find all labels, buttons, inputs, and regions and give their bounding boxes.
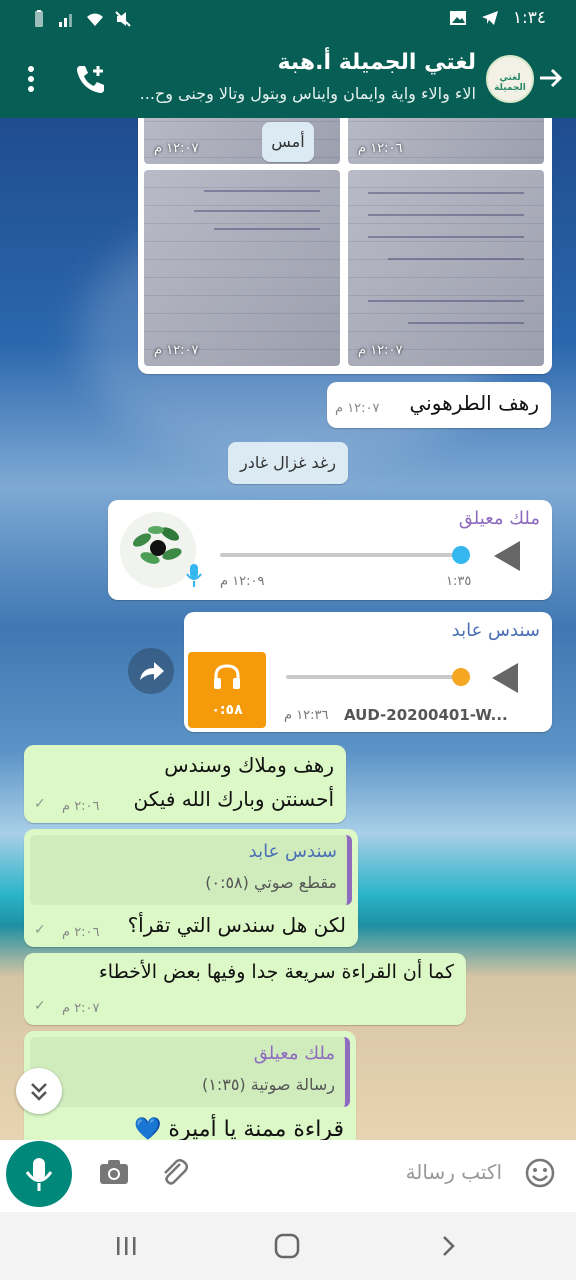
message-time: ١٢:٠٧ م [335,401,380,416]
quoted-message[interactable]: سندس عابد مقطع صوتي (٠:٥٨) [30,835,352,905]
photo-2[interactable]: ١٢:٠٦ م [348,118,544,164]
headphones-icon [214,664,240,689]
gallery-icon [449,11,466,25]
audio-file-message[interactable]: سندس عابد ٠:٥٨ AUD-20200401-W... ١٢:٣٦ م [184,612,552,732]
audio-progress[interactable] [220,553,458,557]
double-chevron-down-icon [31,1083,47,1101]
photo-3[interactable]: ١٢:٠٧ م [144,170,340,366]
status-bar: ١:٣٤ [0,0,576,40]
sender-name: سندس عابد [451,620,540,641]
message-text: أحسنتن وبارك الله فيكن [133,787,334,811]
mute-icon [115,11,131,27]
audio-progress-knob[interactable] [452,546,470,564]
read-check-icon: ✓ [34,998,46,1014]
emoji-icon[interactable] [524,1157,556,1189]
voice-duration: ١:٣٥ [446,574,472,589]
wifi-icon [87,13,103,26]
mic-icon [25,1158,53,1191]
group-avatar[interactable]: لغتي الجميلة [486,55,534,103]
message-placeholder: اكتب رسالة [405,1160,502,1184]
recent-apps-icon[interactable] [114,1234,138,1258]
chat-header: لغتي الجميلة لغتي الجميلة أ.هبة الاء وال… [0,40,576,118]
quote-sender: سندس عابد [248,841,337,862]
home-icon[interactable] [274,1233,300,1259]
voice-record-button[interactable] [6,1141,72,1207]
message-text: كما أن القراءة سريعة جدا وفيها بعض الأخط… [98,961,454,983]
read-check-icon: ✓ [34,796,46,812]
audio-filename: AUD-20200401-W... [344,706,508,724]
read-check-icon: ✓ [34,922,46,938]
reply-message-outgoing[interactable]: ملك معيلق رسالة صوتية (١:٣٥) قراءة ممنة … [24,1031,356,1140]
clock: ١:٣٤ [512,8,546,28]
quote-text: رسالة صوتية (١:٣٥) [201,1075,335,1094]
camera-icon[interactable] [98,1158,130,1186]
audio-progress[interactable] [286,675,458,679]
group-members[interactable]: الاء والاء واية وايمان وايناس وبتول وتال… [96,84,476,103]
sender-name: ملك معيلق [458,508,540,529]
forward-icon [140,662,164,680]
message-time: ٢:٠٧ م [62,1001,100,1016]
message-time: ١٢:٠٩ م [220,574,265,589]
play-icon[interactable] [494,541,520,571]
message-input[interactable]: اكتب رسالة [80,1142,570,1204]
group-title[interactable]: لغتي الجميلة أ.هبة [278,50,476,75]
message-text: قراءة ممنة يا أميرة 💙 [134,1117,344,1140]
date-chip: أمس [262,122,314,162]
quoted-message[interactable]: ملك معيلق رسالة صوتية (١:٣٥) [30,1037,350,1107]
message-time: ١٢:٣٦ م [284,708,329,723]
quote-sender: ملك معيلق [253,1043,335,1064]
message-text: لكن هل سندس التي تقرأ؟ [127,913,346,937]
message-bubble-incoming[interactable]: رهف الطرهوني ١٢:٠٧ م [327,382,551,428]
telegram-icon [481,11,498,25]
message-time: ٢:٠٦ م [62,925,100,940]
chat-area[interactable]: ١٢:٠٧ م ١٢:٠٦ م ١٢:٠٧ م ١٢:٠٧ م أمس رهف … [0,118,576,1140]
back-icon[interactable] [436,1234,460,1258]
play-icon[interactable] [492,663,518,693]
signal-icon [59,14,72,27]
audio-progress-knob[interactable] [452,668,470,686]
message-text: رهف وملاك وسندس [164,753,334,777]
more-options-icon[interactable] [20,64,42,94]
forward-button[interactable] [128,648,174,694]
reply-message-outgoing[interactable]: سندس عابد مقطع صوتي (٠:٥٨) لكن هل سندس ا… [24,829,358,947]
audio-file-thumb: ٠:٥٨ [188,652,266,728]
scroll-down-button[interactable] [16,1068,62,1114]
message-text: رهف الطرهوني [409,391,539,415]
system-nav-bar [0,1212,576,1280]
voice-message[interactable]: ملك معيلق ١:٣٥ ١٢:٠٩ م [108,500,552,600]
audio-length: ٠:٥٨ [211,702,243,718]
quote-text: مقطع صوتي (٠:٥٨) [205,873,337,892]
image-album[interactable]: ١٢:٠٧ م ١٢:٠٦ م ١٢:٠٧ م ١٢:٠٧ م [138,118,552,374]
attach-icon[interactable] [158,1156,190,1188]
photo-4[interactable]: ١٢:٠٧ م [348,170,544,366]
plant-image [132,526,182,564]
add-call-icon[interactable] [74,62,108,96]
system-notice: رغد غزال غادر [228,442,348,484]
back-arrow-icon[interactable] [534,62,566,94]
battery-icon [35,10,43,27]
mic-icon [186,564,202,587]
message-bubble-outgoing[interactable]: كما أن القراءة سريعة جدا وفيها بعض الأخط… [24,953,466,1025]
message-bubble-outgoing[interactable]: رهف وملاك وسندس أحسنتن وبارك الله فيكن ٢… [24,745,346,823]
sender-avatar[interactable] [120,512,196,588]
message-time: ٢:٠٦ م [62,799,100,814]
